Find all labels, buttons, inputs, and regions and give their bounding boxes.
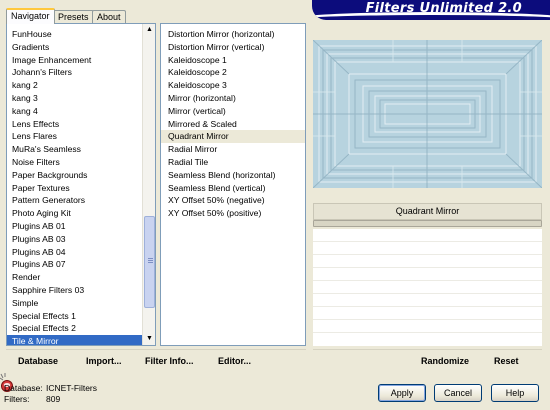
database-button[interactable]: Database — [18, 356, 58, 366]
category-item[interactable]: Photo Aging Kit — [7, 207, 143, 220]
category-item[interactable]: Render — [7, 271, 143, 284]
category-item[interactable]: Paper Backgrounds — [7, 169, 143, 182]
filter-item[interactable]: Kaleidoscope 3 — [161, 79, 305, 92]
reset-button[interactable]: Reset — [494, 356, 519, 366]
filter-item[interactable]: Distortion Mirror (vertical) — [161, 41, 305, 54]
category-item[interactable]: Tile & Mirror — [7, 335, 143, 345]
scroll-down-arrow-icon[interactable]: ▼ — [143, 333, 155, 345]
category-item[interactable]: kang 3 — [7, 92, 143, 105]
filter-item[interactable]: Kaleidoscope 2 — [161, 66, 305, 79]
filter-item[interactable]: Quadrant Mirror — [161, 130, 305, 144]
app-banner: Filters Unlimited 2.0 — [312, 0, 550, 20]
category-item[interactable]: Noise Filters — [7, 156, 143, 169]
category-scrollbar[interactable]: ▲ ▼ — [142, 24, 155, 345]
bottom-toolbar: Database Import... Filter Info... Editor… — [6, 349, 306, 370]
preview-toolbar: Randomize Reset — [313, 349, 542, 370]
parameters-area — [313, 229, 542, 346]
filter-item[interactable]: XY Offset 50% (positive) — [161, 207, 305, 220]
category-item[interactable]: Sapphire Filters 03 — [7, 284, 143, 297]
category-item[interactable]: Gradients — [7, 41, 143, 54]
scroll-up-arrow-icon[interactable]: ▲ — [143, 24, 155, 36]
category-item[interactable]: Special Effects 2 — [7, 322, 143, 335]
category-item[interactable]: MuRa's Seamless — [7, 143, 143, 156]
category-list-panel: FunHouse Gradients Image Enhancement Johann… — [6, 23, 156, 346]
category-item[interactable]: Plugins AB 03 — [7, 233, 143, 246]
category-item[interactable]: Image Enhancement — [7, 54, 143, 67]
editor-button[interactable]: Editor... — [218, 356, 251, 366]
category-item[interactable]: Johann's Filters — [7, 66, 143, 79]
param-row-divider — [313, 267, 542, 268]
randomize-button[interactable]: Randomize — [421, 356, 469, 366]
filter-item[interactable]: Radial Tile — [161, 156, 305, 169]
grip-icon — [148, 258, 153, 264]
param-row-divider — [313, 293, 542, 294]
category-item[interactable]: Paper Textures — [7, 182, 143, 195]
category-list: FunHouse Gradients Image Enhancement Johann… — [7, 28, 143, 345]
filter-info-button[interactable]: Filter Info... — [145, 356, 194, 366]
filters-count-label: Filters: — [4, 394, 30, 404]
category-item[interactable]: Plugins AB 01 — [7, 220, 143, 233]
app-title: Filters Unlimited 2.0 — [365, 1, 522, 16]
category-item[interactable]: Simple — [7, 297, 143, 310]
filter-item[interactable]: Distortion Mirror (horizontal) — [161, 28, 305, 41]
filter-list: Distortion Mirror (horizontal) Distortion… — [161, 28, 305, 220]
preview-image — [313, 40, 542, 188]
help-button[interactable]: Help — [491, 384, 539, 402]
filter-item[interactable]: Kaleidoscope 1 — [161, 54, 305, 67]
param-row-divider — [313, 306, 542, 307]
database-value: ICNET-Filters — [46, 383, 97, 393]
filter-item[interactable]: Mirror (horizontal) — [161, 92, 305, 105]
param-row-divider — [313, 332, 542, 333]
category-item[interactable]: Lens Flares — [7, 130, 143, 143]
parameter-bar — [313, 220, 542, 227]
filter-item[interactable]: Mirror (vertical) — [161, 105, 305, 118]
tab-about[interactable]: About — [92, 10, 126, 23]
preview-pattern — [313, 40, 542, 188]
category-item[interactable]: kang 4 — [7, 105, 143, 118]
tab-presets[interactable]: Presets — [53, 10, 94, 23]
filter-item[interactable]: Seamless Blend (horizontal) — [161, 169, 305, 182]
filter-item[interactable]: XY Offset 50% (negative) — [161, 194, 305, 207]
filters-count-value: 809 — [46, 394, 61, 404]
selected-filter-name: Quadrant Mirror — [313, 203, 542, 220]
cancel-button[interactable]: Cancel — [434, 384, 482, 402]
filter-list-panel: Distortion Mirror (horizontal) Distortion… — [160, 23, 306, 346]
category-item[interactable]: Lens Effects — [7, 118, 143, 131]
category-item[interactable]: Pattern Generators — [7, 194, 143, 207]
category-item[interactable]: Special Effects 1 — [7, 310, 143, 323]
param-row-divider — [313, 254, 542, 255]
category-item[interactable]: Plugins AB 04 — [7, 246, 143, 259]
scroll-thumb[interactable] — [144, 216, 155, 308]
import-button[interactable]: Import... — [86, 356, 122, 366]
filter-item[interactable]: Radial Mirror — [161, 143, 305, 156]
filter-item[interactable]: Mirrored & Scaled — [161, 118, 305, 131]
filter-item[interactable]: Seamless Blend (vertical) — [161, 182, 305, 195]
category-item[interactable]: kang 2 — [7, 79, 143, 92]
param-row-divider — [313, 241, 542, 242]
apply-button[interactable]: Apply — [378, 384, 426, 402]
tab-navigator[interactable]: Navigator — [6, 8, 55, 24]
category-item[interactable]: FunHouse — [7, 28, 143, 41]
database-label: Database: — [4, 383, 43, 393]
param-row-divider — [313, 319, 542, 320]
category-item[interactable]: Plugins AB 07 — [7, 258, 143, 271]
param-row-divider — [313, 280, 542, 281]
